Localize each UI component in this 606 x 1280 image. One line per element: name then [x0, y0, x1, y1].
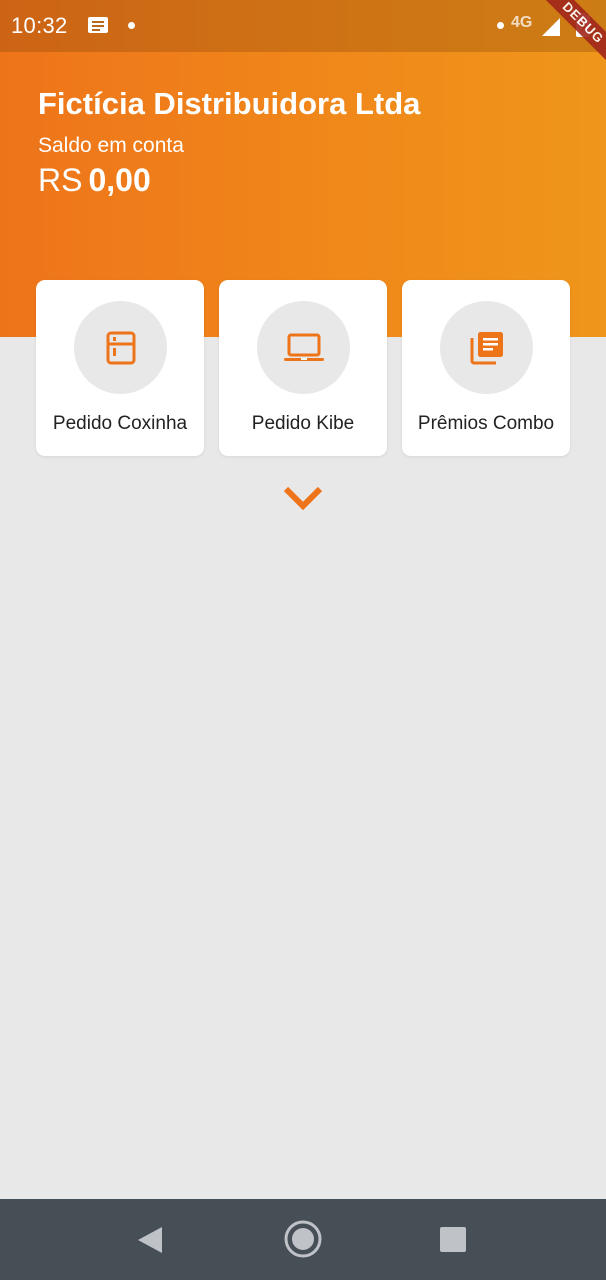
notification-message-icon	[88, 17, 108, 33]
card-premios-combo[interactable]: Prêmios Combo	[402, 280, 570, 456]
laptop-icon	[283, 333, 324, 361]
card-icon-circle	[440, 301, 533, 394]
recents-icon[interactable]	[440, 1227, 466, 1252]
signal-icon	[542, 18, 560, 36]
balance-label: Saldo em conta	[38, 134, 184, 157]
chevron-down-icon[interactable]	[283, 486, 323, 510]
card-icon-circle	[257, 301, 350, 394]
notification-dot-icon	[128, 22, 135, 29]
company-name: Fictícia Distribuidora Ltda	[38, 86, 421, 121]
library-books-icon	[470, 331, 503, 364]
card-label: Prêmios Combo	[417, 413, 555, 434]
system-nav-bar	[0, 1199, 606, 1280]
status-time: 10:32	[11, 13, 68, 38]
card-pedido-kibe[interactable]: Pedido Kibe	[219, 280, 387, 456]
balance-currency: RS	[38, 162, 83, 198]
balance-value: RS 0,00	[38, 162, 151, 199]
status-dot-icon	[497, 22, 504, 29]
home-icon[interactable]	[284, 1220, 322, 1258]
card-pedido-coxinha[interactable]: Pedido Coxinha	[36, 280, 204, 456]
network-type: 4G	[511, 14, 533, 31]
balance-amount: 0,00	[88, 162, 151, 198]
status-bar: 10:32 4G	[0, 0, 606, 52]
card-icon-circle	[74, 301, 167, 394]
card-label: Pedido Kibe	[251, 413, 355, 434]
card-label: Pedido Coxinha	[52, 413, 188, 434]
fridge-icon	[106, 331, 135, 364]
back-icon[interactable]	[136, 1225, 164, 1255]
